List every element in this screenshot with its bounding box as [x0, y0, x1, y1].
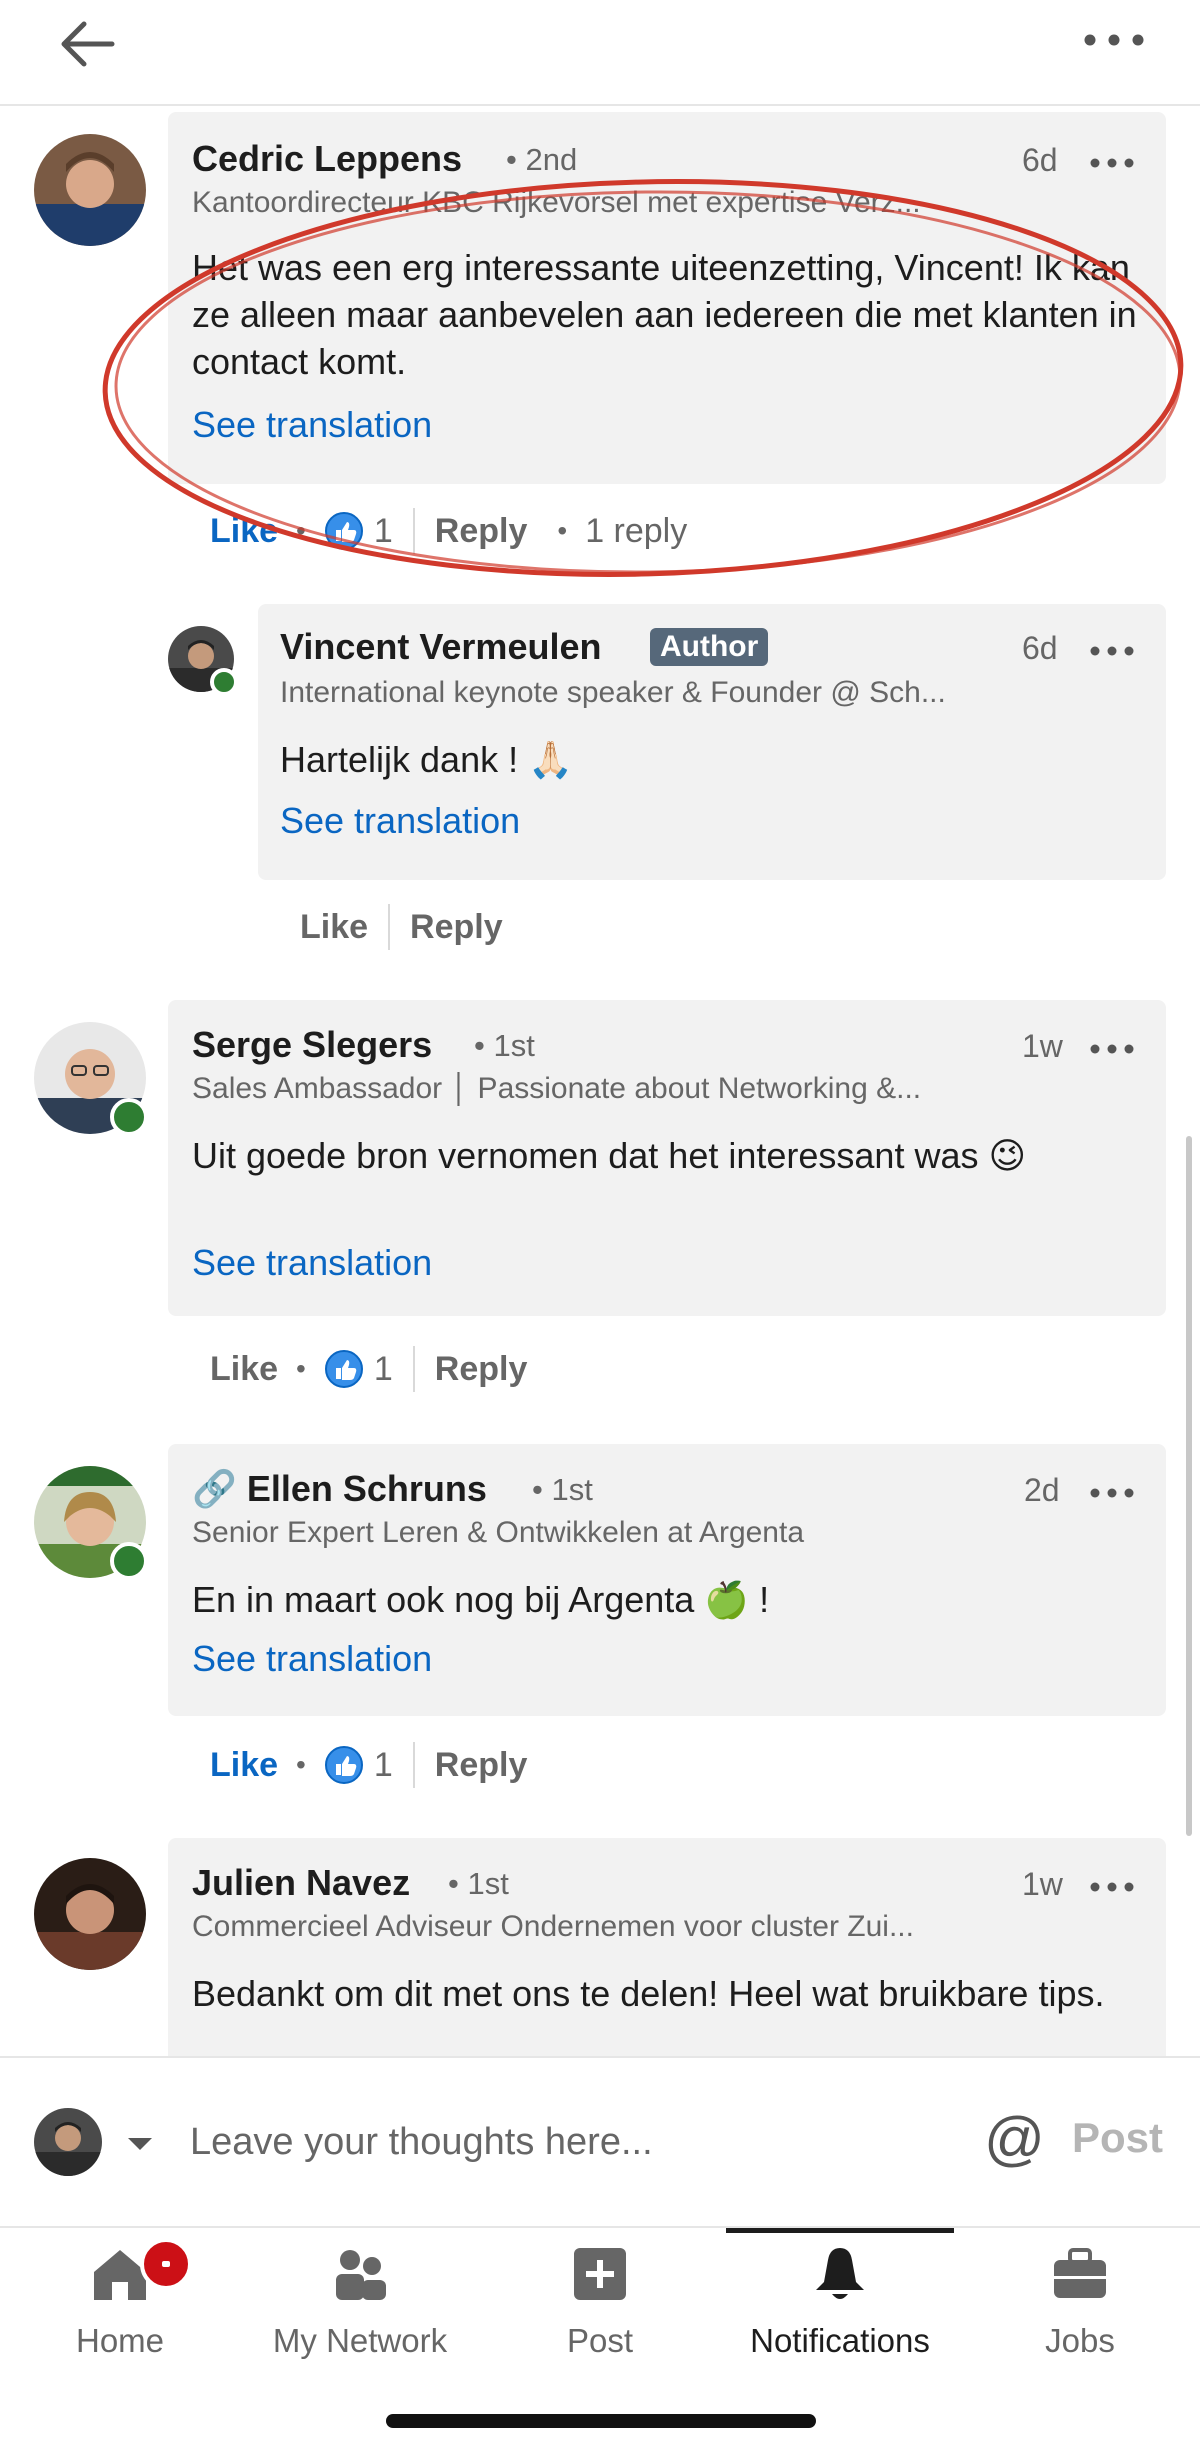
- see-translation-link[interactable]: See translation: [192, 1638, 432, 1680]
- more-horizontal-icon[interactable]: [1090, 158, 1134, 168]
- commenter-name[interactable]: 🔗 Ellen Schruns: [192, 1468, 487, 1510]
- commenter-name[interactable]: Vincent Vermeulen: [280, 626, 601, 668]
- bell-icon: [816, 2248, 864, 2299]
- comment-time: 6d: [1022, 142, 1058, 178]
- separator-dot: •: [296, 515, 306, 546]
- mention-at-icon[interactable]: @: [984, 2104, 1045, 2173]
- connection-degree: • 2nd: [506, 142, 578, 177]
- like-button[interactable]: Like: [210, 1746, 278, 1785]
- online-status-dot: [210, 668, 238, 696]
- separator-dot: •: [296, 1353, 306, 1384]
- reply-count[interactable]: 1 reply: [585, 512, 687, 551]
- like-count[interactable]: 1: [374, 1350, 393, 1389]
- commenter-name[interactable]: Julien Navez: [192, 1862, 410, 1904]
- comment-actions: Like • 1 Reply: [210, 1344, 527, 1394]
- chevron-down-icon[interactable]: [126, 2136, 154, 2152]
- like-count[interactable]: 1: [374, 512, 393, 551]
- commenter-name[interactable]: Serge Slegers: [192, 1024, 432, 1066]
- nav-jobs[interactable]: Jobs: [960, 2228, 1200, 2368]
- like-count[interactable]: 1: [374, 1746, 393, 1785]
- author-badge: Author: [650, 628, 769, 666]
- arrow-left-icon[interactable]: [50, 14, 130, 74]
- comment-text: Uit goede bron vernomen dat het interess…: [192, 1135, 1026, 1176]
- separator-dot: •: [557, 515, 568, 546]
- more-horizontal-icon[interactable]: [1090, 1044, 1134, 1054]
- action-divider: [388, 904, 391, 950]
- reply-actions: Like Reply: [300, 902, 503, 952]
- reply-button[interactable]: Reply: [410, 908, 503, 947]
- comment-text: En in maart ook nog bij Argenta 🍏 !: [192, 1579, 770, 1620]
- avatar[interactable]: [34, 1858, 146, 1970]
- see-translation-link[interactable]: See translation: [192, 1242, 432, 1284]
- bottom-navigation: Home My Network Post Notifications Jobs: [0, 2226, 1200, 2446]
- nav-my-network[interactable]: My Network: [240, 2228, 480, 2368]
- nav-label: Post: [566, 2322, 634, 2359]
- home-indicator[interactable]: [386, 2414, 816, 2428]
- commenter-headline: Commercieel Adviseur Ondernemen voor clu…: [192, 1910, 914, 1943]
- nav-label: Jobs: [1045, 2322, 1115, 2359]
- connection-degree: • 1st: [474, 1028, 535, 1063]
- commenter-headline: Sales Ambassador │ Passionate about Netw…: [192, 1072, 922, 1105]
- comment-actions: Like • 1 Reply • 1 reply: [210, 506, 687, 556]
- network-icon: [336, 2250, 386, 2300]
- see-translation-link[interactable]: See translation: [192, 404, 432, 446]
- commenter-name[interactable]: Cedric Leppens: [192, 138, 462, 180]
- comment-text: Het was een erg interessante uiteenzetti…: [192, 247, 1137, 382]
- post-button[interactable]: Post: [1072, 2114, 1163, 2162]
- comment-text: Hartelijk dank ! 🙏🏻: [280, 739, 573, 780]
- like-reaction-icon[interactable]: [324, 1349, 364, 1389]
- nav-label: Home: [75, 2322, 165, 2359]
- comment-time: 1w: [1022, 1028, 1063, 1064]
- post-plus-icon: [574, 2248, 626, 2300]
- like-button[interactable]: Like: [300, 908, 368, 947]
- separator-dot: •: [296, 1749, 306, 1780]
- briefcase-icon: [1054, 2248, 1106, 2298]
- connection-degree: • 1st: [448, 1866, 509, 1901]
- action-divider: [412, 1346, 415, 1392]
- avatar[interactable]: [34, 134, 146, 246]
- like-reaction-icon[interactable]: [324, 1745, 364, 1785]
- like-button[interactable]: Like: [210, 1350, 278, 1389]
- see-translation-link[interactable]: See translation: [280, 800, 520, 842]
- online-status-dot: [110, 1098, 148, 1136]
- nav-label: My Network: [272, 2322, 448, 2359]
- action-divider: [412, 508, 415, 554]
- nav-notifications[interactable]: Notifications: [720, 2228, 960, 2368]
- more-horizontal-icon[interactable]: [1084, 34, 1144, 46]
- like-button[interactable]: Like: [210, 512, 278, 551]
- more-horizontal-icon[interactable]: [1090, 1882, 1134, 1892]
- commenter-headline: Kantoordirecteur KBC Rijkevorsel met exp…: [192, 186, 921, 219]
- comment-input[interactable]: [190, 2112, 950, 2172]
- user-avatar[interactable]: [34, 2108, 102, 2176]
- comment-text: Bedankt om dit met ons te delen! Heel wa…: [192, 1973, 1105, 2014]
- more-horizontal-icon[interactable]: [1090, 1488, 1134, 1498]
- reply-button[interactable]: Reply: [435, 512, 528, 551]
- notification-badge: [140, 2238, 192, 2290]
- online-status-dot: [110, 1542, 148, 1580]
- commenter-headline: Senior Expert Leren & Ontwikkelen at Arg…: [192, 1516, 805, 1549]
- reply-button[interactable]: Reply: [435, 1746, 528, 1785]
- nav-label: Notifications: [750, 2322, 930, 2359]
- comment-time: 6d: [1022, 630, 1058, 666]
- comment-actions: Like • 1 Reply: [210, 1740, 527, 1790]
- action-divider: [412, 1742, 415, 1788]
- comment-time: 2d: [1024, 1472, 1060, 1508]
- scrollbar[interactable]: [1186, 1136, 1192, 1836]
- comment-composer: @ Post: [0, 2056, 1200, 2226]
- top-bar: [0, 0, 1200, 106]
- nav-post[interactable]: Post: [480, 2228, 720, 2368]
- reply-button[interactable]: Reply: [435, 1350, 528, 1389]
- commenter-headline: International keynote speaker & Founder …: [280, 676, 946, 709]
- more-horizontal-icon[interactable]: [1090, 646, 1134, 656]
- comment-time: 1w: [1022, 1866, 1063, 1902]
- connection-degree: • 1st: [532, 1472, 593, 1507]
- like-reaction-icon[interactable]: [324, 511, 364, 551]
- comments-list: Cedric Leppens • 2nd 6d Kantoordirecteur…: [0, 106, 1200, 2056]
- nav-home[interactable]: Home: [0, 2228, 240, 2368]
